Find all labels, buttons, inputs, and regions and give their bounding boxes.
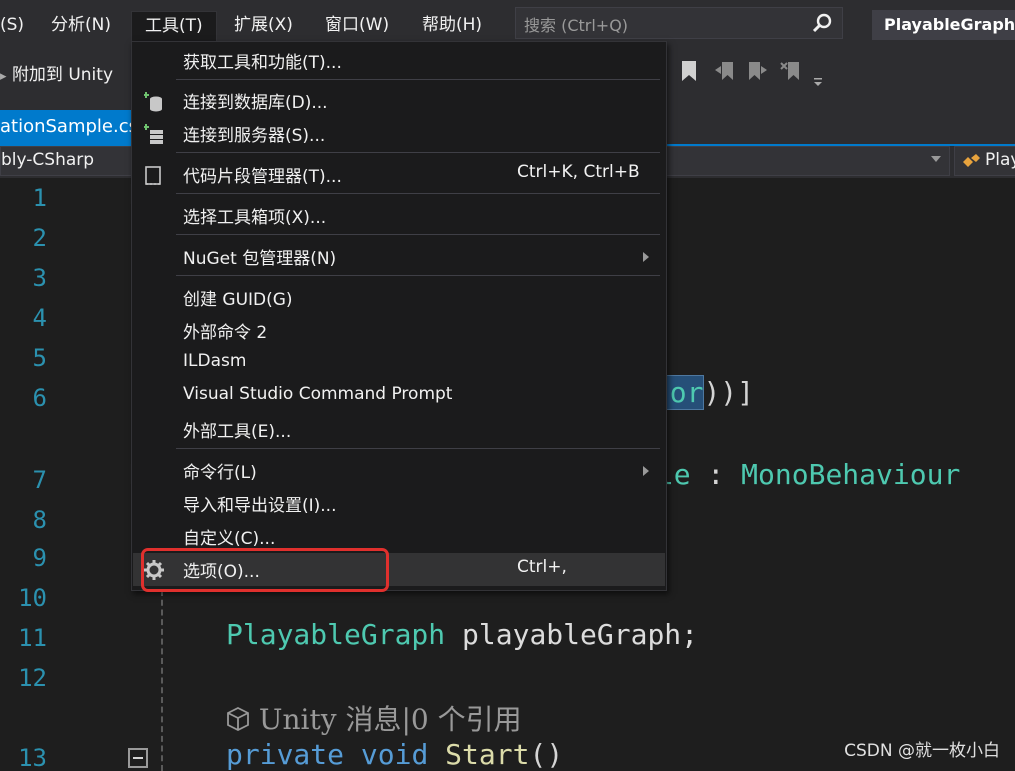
menu-ildasm[interactable]: ILDasm bbox=[133, 347, 665, 380]
menu-label: 导入和导出设置(I)... bbox=[183, 496, 337, 516]
attach-label: 附加到 Unity bbox=[11, 65, 114, 85]
menu-label: 外部工具(E)... bbox=[183, 422, 292, 442]
search-box[interactable]: 搜索 (Ctrl+Q) bbox=[515, 7, 843, 39]
line-number: 6 bbox=[32, 384, 47, 412]
submenu-arrow-icon bbox=[643, 466, 649, 476]
menu-item-analyze[interactable]: 分析(N) bbox=[51, 13, 111, 37]
menu-label: 获取工具和功能(T)... bbox=[183, 53, 342, 73]
base-class-name: MonoBehaviour bbox=[741, 458, 961, 491]
menu-item-extensions[interactable]: 扩展(X) bbox=[234, 13, 293, 37]
code-colon: : bbox=[690, 458, 742, 491]
menu-shortcut: Ctrl+K, Ctrl+B bbox=[517, 162, 640, 182]
code-punctuation: ))] bbox=[703, 376, 755, 409]
tools-dropdown-menu: 获取工具和功能(T)... 连接到数据库(D)... 连接到服务器(S)... … bbox=[131, 41, 667, 591]
menu-separator bbox=[176, 193, 660, 194]
menu-label: 连接到数据库(D)... bbox=[183, 93, 328, 113]
keyword-void: void bbox=[360, 738, 429, 771]
keyword-private: private bbox=[226, 738, 345, 771]
type-name: PlayableGraph bbox=[226, 618, 446, 651]
code-line-11: PlayableGraph playableGraph; bbox=[226, 618, 698, 651]
menu-connect-database[interactable]: 连接到数据库(D)... bbox=[133, 84, 665, 117]
unity-cube-icon bbox=[227, 706, 249, 732]
menu-separator bbox=[176, 152, 660, 153]
search-icon bbox=[812, 13, 832, 33]
line-number: 8 bbox=[32, 506, 47, 534]
menu-command-line[interactable]: 命令行(L) bbox=[133, 454, 665, 487]
next-bookmark-icon[interactable] bbox=[746, 60, 768, 82]
server-connect-icon bbox=[144, 124, 163, 144]
menu-item-help[interactable]: 帮助(H) bbox=[422, 13, 482, 37]
solution-title: PlayableGraph bbox=[872, 10, 1015, 40]
menu-separator bbox=[176, 79, 660, 80]
menu-choose-toolbox-items[interactable]: 选择工具箱项(X)... bbox=[133, 199, 665, 232]
field-declaration: playableGraph; bbox=[445, 618, 699, 651]
line-number: 3 bbox=[32, 264, 47, 292]
menu-label: 选择工具箱项(X)... bbox=[183, 208, 327, 228]
solution-title-text: PlayableGraph bbox=[884, 15, 1015, 34]
watermark: CSDN @就一枚小白 bbox=[844, 741, 1000, 761]
menu-label: 代码片段管理器(T)... bbox=[183, 167, 342, 187]
menu-label: ILDasm bbox=[183, 351, 247, 371]
line-number: 11 bbox=[18, 624, 47, 652]
menu-separator bbox=[176, 448, 660, 449]
indent-guide bbox=[161, 590, 163, 771]
line-number: 7 bbox=[32, 466, 47, 494]
database-connect-icon bbox=[144, 92, 162, 112]
submenu-arrow-icon bbox=[643, 252, 649, 262]
codelens-text: Unity 消息|0 个引用 bbox=[258, 703, 522, 736]
search-placeholder: 搜索 (Ctrl+Q) bbox=[524, 16, 629, 35]
class-icon bbox=[963, 154, 980, 167]
line-number: 5 bbox=[32, 344, 47, 372]
menu-label: 自定义(C)... bbox=[183, 529, 276, 549]
menu-label: 连接到服务器(S)... bbox=[183, 126, 326, 146]
member-dropdown-value: Play bbox=[985, 150, 1015, 170]
line-number: 4 bbox=[32, 304, 47, 332]
prev-bookmark-icon[interactable] bbox=[714, 60, 736, 82]
menu-external-command-2[interactable]: 外部命令 2 bbox=[133, 314, 665, 347]
line-number: 12 bbox=[18, 664, 47, 692]
menu-shortcut: Ctrl+, bbox=[517, 557, 567, 577]
chevron-down-icon bbox=[931, 156, 941, 162]
line-number: 2 bbox=[32, 224, 47, 252]
annotation-highlight-box bbox=[141, 548, 389, 592]
tab-active-document[interactable]: ationSample.cs bbox=[0, 110, 138, 144]
menu-label: 命令行(L) bbox=[183, 463, 257, 483]
codelens[interactable]: Unity 消息|0 个引用 bbox=[226, 698, 522, 738]
line-number: 9 bbox=[32, 544, 47, 572]
line-number: 10 bbox=[18, 584, 47, 612]
menu-nuget[interactable]: NuGet 包管理器(N) bbox=[133, 240, 665, 273]
menu-label: Visual Studio Command Prompt bbox=[183, 384, 453, 404]
menu-vs-command-prompt[interactable]: Visual Studio Command Prompt bbox=[133, 380, 665, 413]
member-dropdown[interactable]: Play bbox=[954, 146, 1015, 176]
menu-item-s[interactable]: (S) bbox=[0, 13, 24, 37]
menu-external-tools[interactable]: 外部工具(E)... bbox=[133, 413, 665, 446]
attach-arrow-icon: ▸ bbox=[0, 69, 7, 84]
line-number: 13 bbox=[18, 744, 47, 771]
method-name: Start bbox=[445, 738, 530, 771]
code-line-7: ple : MonoBehaviour bbox=[640, 458, 960, 491]
menu-separator bbox=[176, 275, 660, 276]
menu-separator bbox=[176, 234, 660, 235]
menu-label: NuGet 包管理器(N) bbox=[183, 249, 337, 269]
project-dropdown-value: bly-CSharp bbox=[1, 150, 95, 170]
menu-snippet-manager[interactable]: 代码片段管理器(T)... Ctrl+K, Ctrl+B bbox=[133, 158, 665, 191]
code-line-13: private void Start() bbox=[226, 738, 563, 771]
menu-item-window[interactable]: 窗口(W) bbox=[325, 13, 389, 37]
clear-bookmarks-icon[interactable] bbox=[780, 60, 802, 82]
menu-create-guid[interactable]: 创建 GUID(G) bbox=[133, 281, 665, 314]
method-parens: () bbox=[529, 738, 564, 771]
collapse-toggle[interactable] bbox=[128, 748, 148, 768]
menu-connect-server[interactable]: 连接到服务器(S)... bbox=[133, 117, 665, 150]
toolbar-overflow-icon[interactable] bbox=[812, 76, 824, 88]
menu-import-export-settings[interactable]: 导入和导出设置(I)... bbox=[133, 487, 665, 520]
bookmark-icon[interactable] bbox=[680, 60, 698, 82]
tab-label: ationSample.cs bbox=[0, 116, 138, 137]
menu-label: 创建 GUID(G) bbox=[183, 290, 293, 310]
menu-get-tools[interactable]: 获取工具和功能(T)... bbox=[133, 44, 665, 77]
line-number: 1 bbox=[32, 184, 47, 212]
snippet-icon bbox=[145, 166, 161, 185]
attach-to-unity-button[interactable]: ▸ 附加到 Unity bbox=[0, 60, 113, 85]
menu-label: 外部命令 2 bbox=[183, 323, 268, 343]
